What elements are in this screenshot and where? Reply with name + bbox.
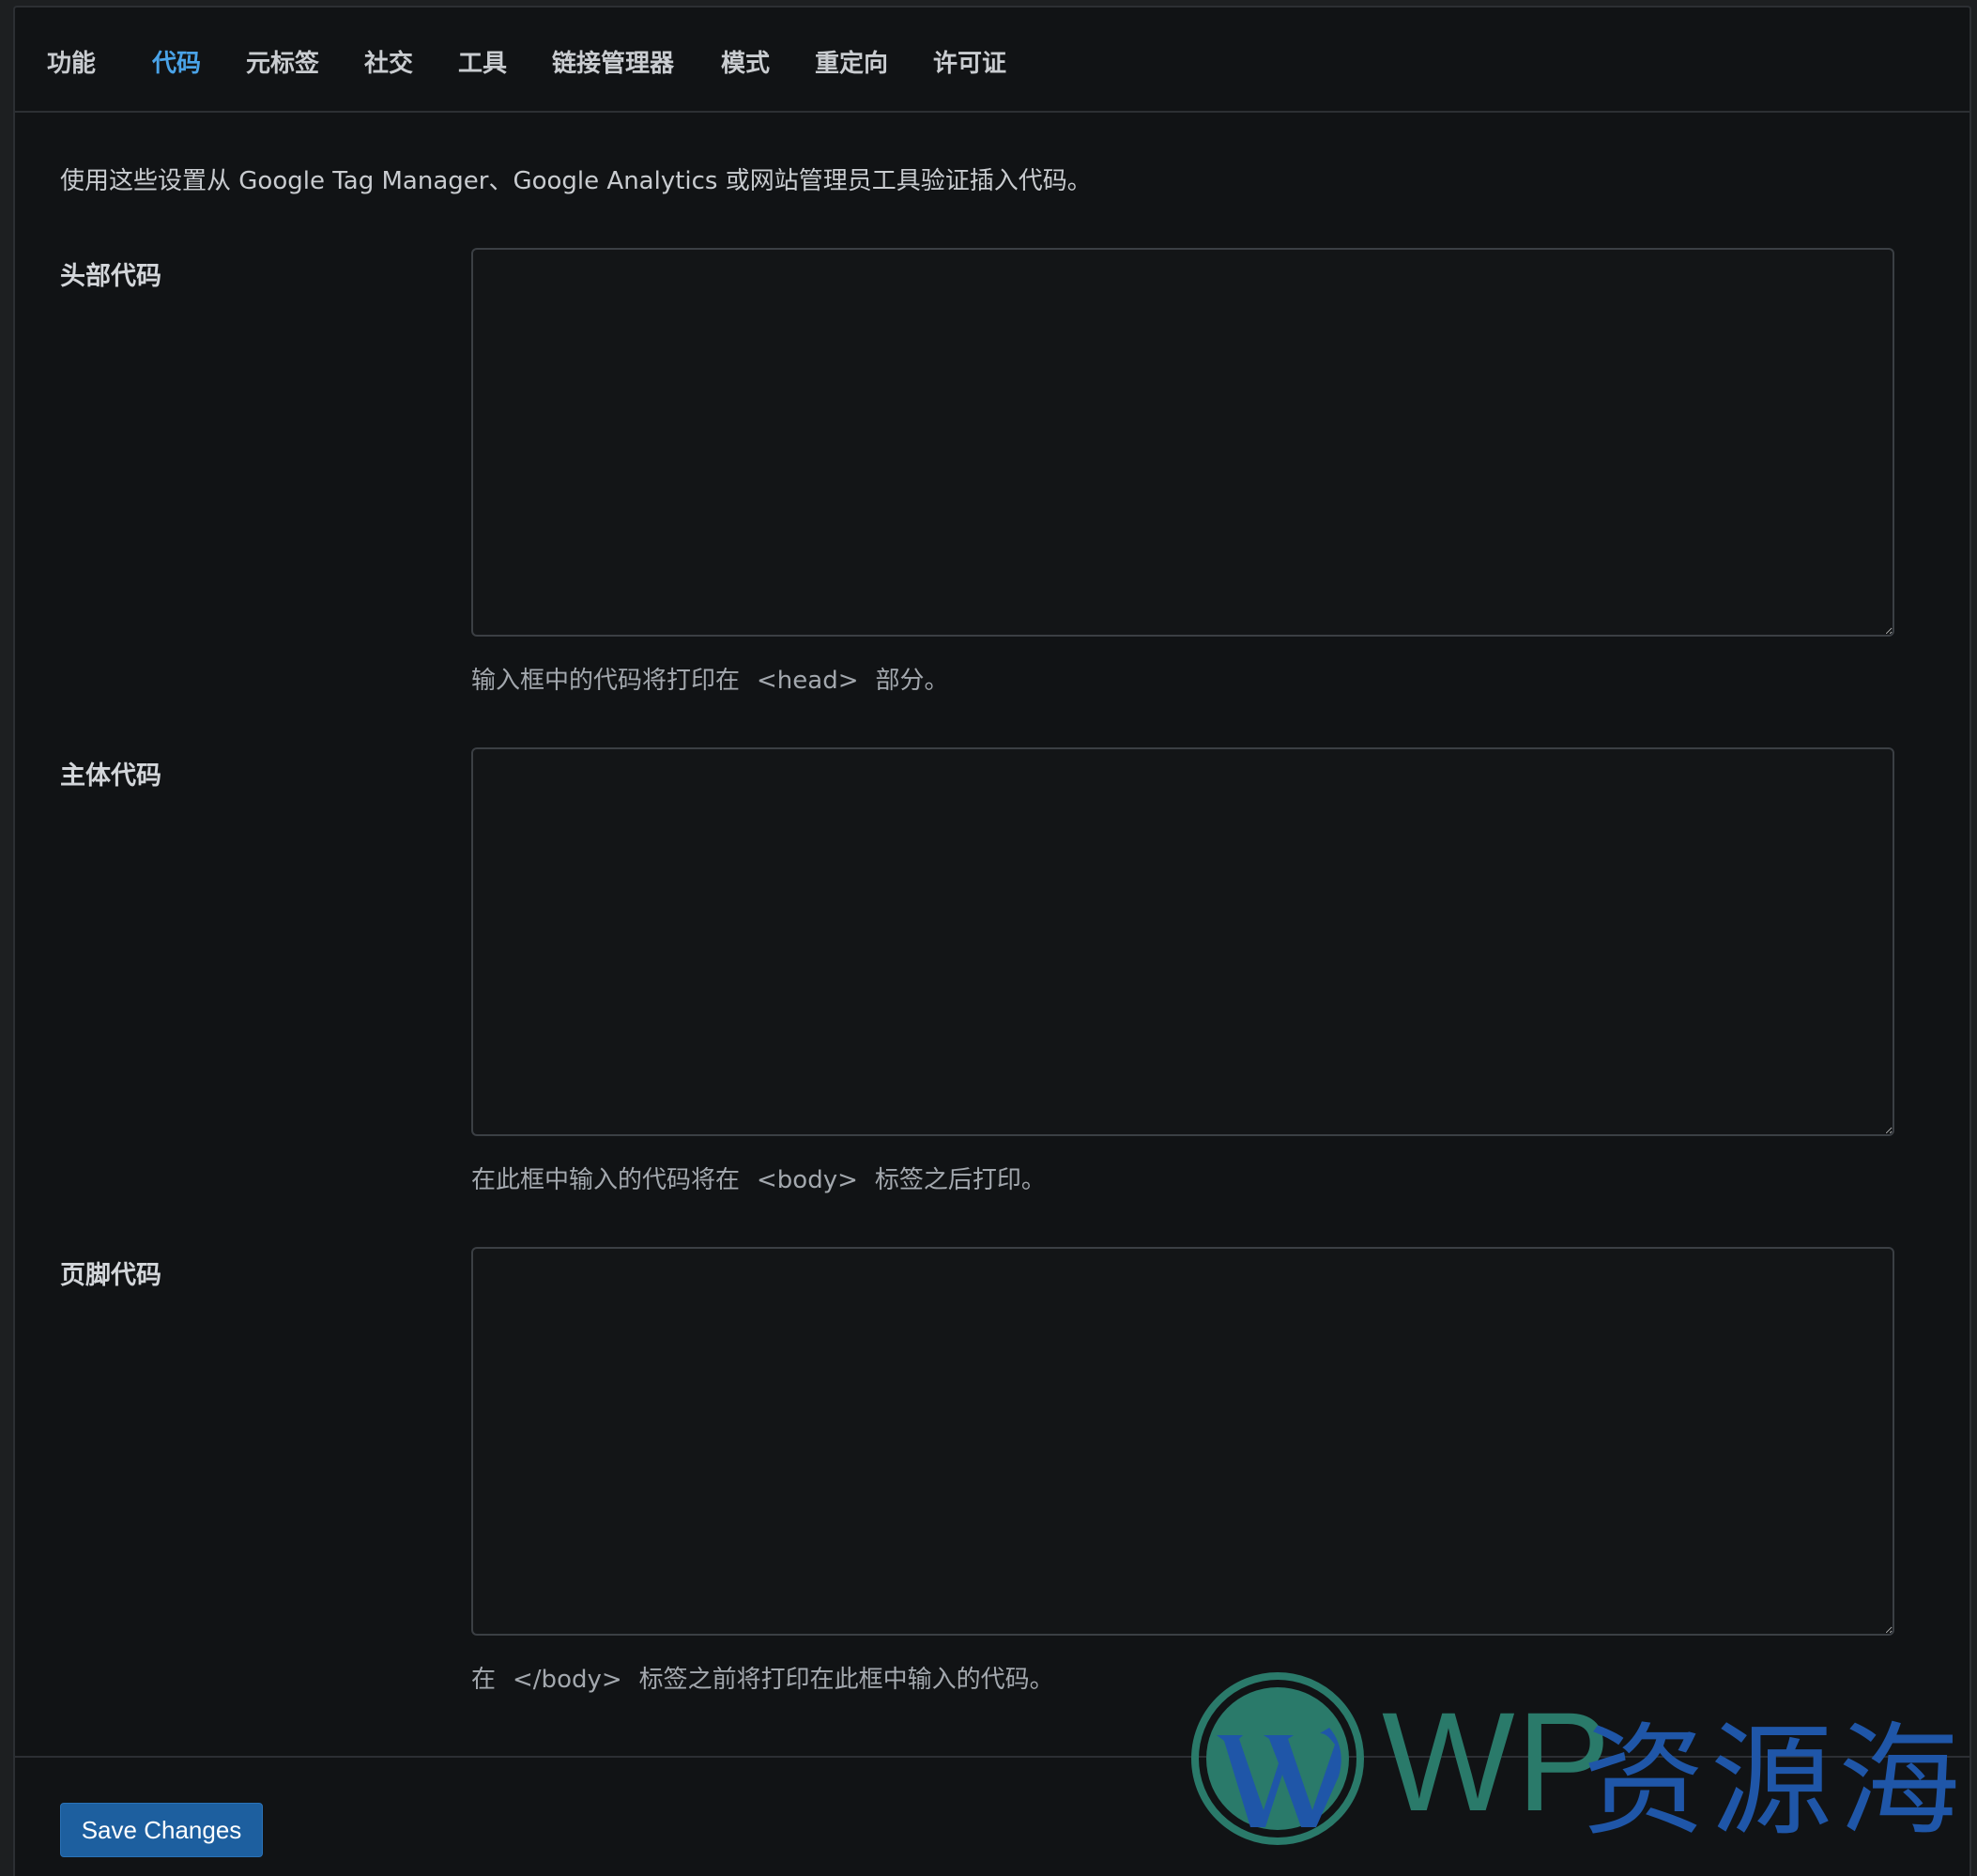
footer-hint-before: 在 <box>471 1666 497 1694</box>
footer-code-textarea[interactable] <box>471 1247 1894 1636</box>
body-code-label: 主体代码 <box>60 761 161 791</box>
body-code-textarea[interactable] <box>471 747 1894 1136</box>
footer-hint-after: 标签之前将打印在此框中输入的代码。 <box>638 1666 1054 1694</box>
settings-panel: 功能 代码 元标签 社交 工具 链接管理器 模式 重定向 许可证 使用这些设置从… <box>13 6 1971 1876</box>
head-hint-after: 部分。 <box>875 667 949 695</box>
body-hint-after: 标签之后打印。 <box>874 1166 1046 1194</box>
footer-hint-code: </body> <box>513 1666 622 1694</box>
tab-redirects[interactable]: 重定向 <box>815 45 888 83</box>
footer-divider <box>15 1756 1969 1758</box>
tab-meta-tags[interactable]: 元标签 <box>246 45 319 83</box>
tab-schema[interactable]: 模式 <box>721 45 770 83</box>
body-code-hint: 在此框中输入的代码将在 <body> 标签之后打印。 <box>471 1161 1046 1195</box>
footer-code-label: 页脚代码 <box>60 1261 161 1290</box>
head-code-hint: 输入框中的代码将打印在 <head> 部分。 <box>471 661 949 696</box>
body-hint-code: <body> <box>757 1166 858 1194</box>
body-hint-before: 在此框中输入的代码将在 <box>471 1166 741 1194</box>
tab-social[interactable]: 社交 <box>364 45 413 83</box>
tab-license[interactable]: 许可证 <box>933 45 1006 83</box>
footer-code-hint: 在 </body> 标签之前将打印在此框中输入的代码。 <box>471 1660 1054 1695</box>
head-hint-code: <head> <box>757 667 859 695</box>
tab-link-manager[interactable]: 链接管理器 <box>552 45 674 83</box>
head-code-textarea[interactable] <box>471 248 1894 637</box>
head-hint-before: 输入框中的代码将打印在 <box>471 667 741 695</box>
tab-code[interactable]: 代码 <box>152 45 201 83</box>
head-code-label: 头部代码 <box>60 262 161 291</box>
tab-tools[interactable]: 工具 <box>458 45 507 83</box>
intro-text: 使用这些设置从 Google Tag Manager、Google Analyt… <box>60 167 1092 195</box>
save-changes-button[interactable]: Save Changes <box>60 1803 263 1857</box>
tab-features[interactable]: 功能 <box>47 45 96 83</box>
tab-bar: 功能 代码 元标签 社交 工具 链接管理器 模式 重定向 许可证 <box>15 8 1969 113</box>
